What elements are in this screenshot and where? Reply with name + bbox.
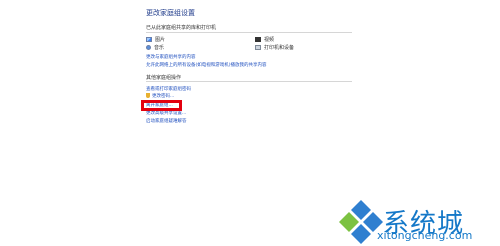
library-music-label: 音乐 [154, 45, 165, 51]
allow-devices-media-link[interactable]: 允许此网络上的所有设备(如电视和游戏机)播放我的共享内容 [146, 62, 267, 68]
library-music[interactable]: 音乐 [146, 44, 164, 51]
page-title: 更改家庭组设置 [146, 9, 195, 17]
libraries-divider [146, 32, 352, 33]
videos-icon [255, 37, 261, 42]
change-shared-content-link[interactable]: 更改与家庭组共享的内容 [146, 54, 196, 60]
libraries-heading: 已从此家庭组共享的库和打印机 [146, 25, 217, 31]
library-pictures[interactable]: 图片 [146, 36, 165, 43]
other-actions-heading: 其他家庭组操作 [146, 75, 182, 81]
change-password-link[interactable]: 更改密码... [146, 93, 174, 99]
troubleshooter-link[interactable]: 启动家庭组疑难解答 [146, 118, 187, 124]
change-password-label: 更改密码... [152, 94, 175, 99]
library-printers-label: 打印机和设备 [264, 45, 295, 51]
library-videos-label: 视频 [264, 37, 275, 43]
library-pictures-label: 图片 [155, 37, 166, 43]
highlight-box [141, 100, 182, 111]
library-printers[interactable]: 打印机和设备 [255, 44, 294, 51]
library-videos[interactable]: 视频 [255, 36, 274, 43]
view-print-password-link[interactable]: 查看或打印家庭组密码 [146, 86, 191, 92]
other-actions-divider [146, 81, 352, 82]
printer-icon [255, 45, 261, 50]
homegroup-settings-page: 更改家庭组设置 已从此家庭组共享的库和打印机 图片 视频 音乐 打印机和设备 更… [0, 0, 500, 246]
watermark-url: xitongcheng.com [377, 229, 473, 242]
pictures-icon [146, 37, 152, 42]
admin-shield-icon [146, 93, 150, 98]
music-icon [146, 45, 151, 50]
